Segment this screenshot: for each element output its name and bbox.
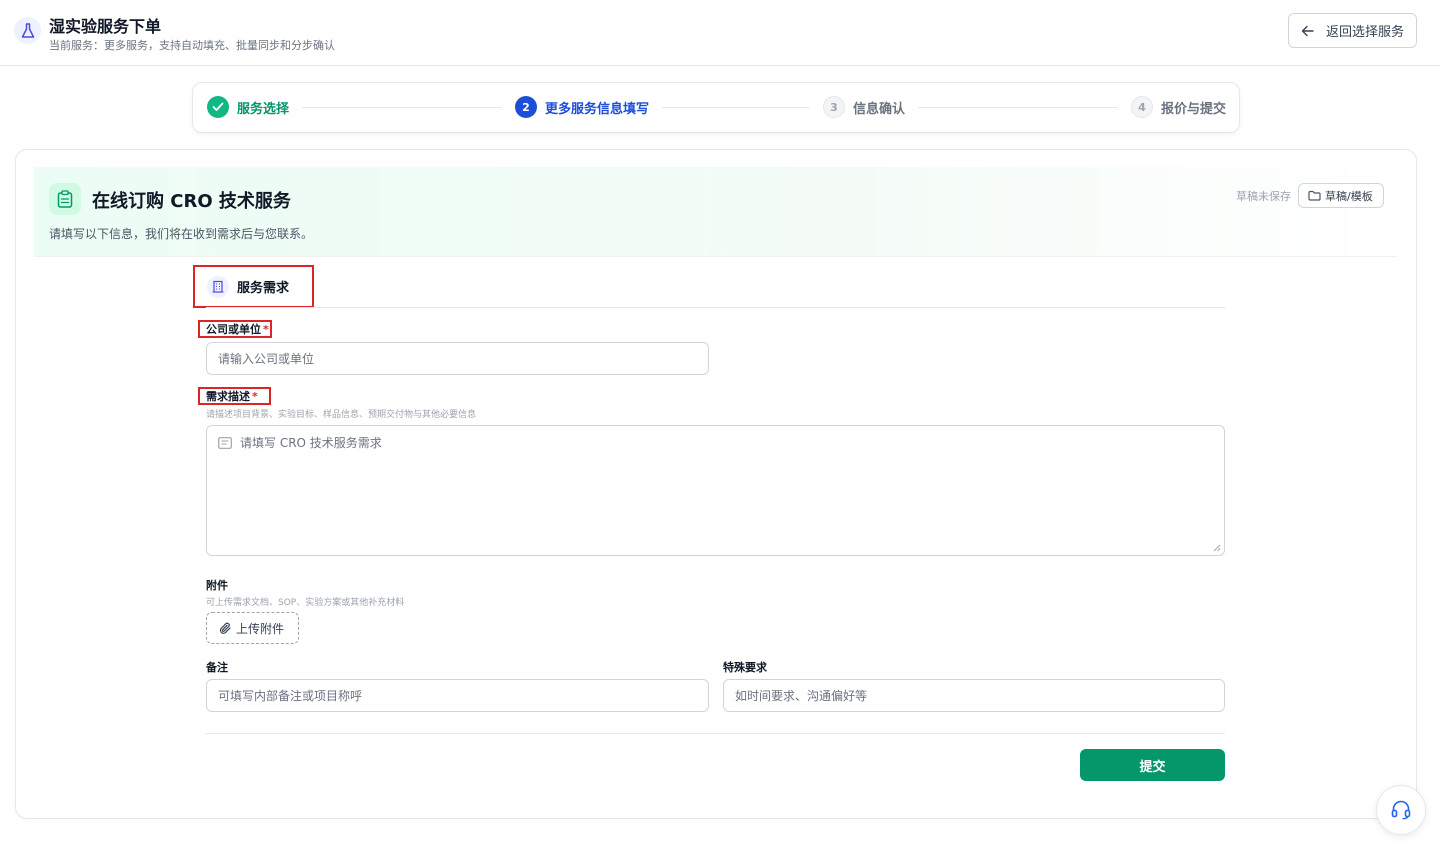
company-input[interactable] <box>206 342 709 375</box>
step-connector <box>302 107 502 108</box>
attachment-hint: 可上传需求文档、SOP、实验方案或其他补充材料 <box>206 598 405 608</box>
upload-button-label: 上传附件 <box>236 621 285 636</box>
upload-attachment-button[interactable]: 上传附件 <box>206 612 299 644</box>
folder-icon <box>1308 190 1321 201</box>
step-number: 2 <box>515 96 537 118</box>
message-icon <box>218 437 232 449</box>
form-subtitle: 请填写以下信息，我们将在收到需求后与您联系。 <box>49 227 314 241</box>
back-to-services-button[interactable]: 返回选择服务 <box>1288 13 1417 48</box>
page-subtitle: 当前服务：更多服务，支持自动填充、批量同步和分步确认 <box>49 39 335 52</box>
attachment-label: 附件 <box>206 579 228 592</box>
requirement-label: 需求描述 * <box>198 387 271 405</box>
step-number: 3 <box>823 96 845 118</box>
step-label: 信息确认 <box>853 101 906 117</box>
progress-stepper: 服务选择 2 更多服务信息填写 3 信息确认 4 报价与提交 <box>192 82 1240 133</box>
submit-button[interactable]: 提交 <box>1080 749 1225 781</box>
draft-status: 草稿未保存 <box>1236 190 1291 203</box>
section-divider <box>206 307 1225 308</box>
customer-support-button[interactable] <box>1376 785 1426 835</box>
special-requirement-label: 特殊要求 <box>723 661 767 674</box>
headset-icon <box>1391 800 1411 820</box>
required-mark: * <box>252 389 258 403</box>
top-header: 湿实验服务下单 当前服务：更多服务，支持自动填充、批量同步和分步确认 返回选择服… <box>0 0 1440 66</box>
special-requirement-input[interactable] <box>723 679 1225 712</box>
section-title: 服务需求 <box>237 281 290 296</box>
back-button-label: 返回选择服务 <box>1326 25 1405 40</box>
form-title: 在线订购 CRO 技术服务 <box>92 191 291 212</box>
requirement-textarea[interactable] <box>240 434 1215 549</box>
building-icon <box>207 275 229 298</box>
flask-icon <box>14 17 41 44</box>
step-service-selection[interactable]: 服务选择 <box>207 96 289 118</box>
remark-label: 备注 <box>206 661 228 674</box>
requirement-label-text: 需求描述 <box>206 390 250 403</box>
form-footer-divider <box>206 733 1225 734</box>
requirement-hint: 请描述项目背景、实验目标、样品信息、预期交付物与其他必要信息 <box>206 410 477 420</box>
company-label-text: 公司或单位 <box>206 323 261 336</box>
required-mark: * <box>263 322 269 336</box>
step-more-service-info[interactable]: 2 更多服务信息填写 <box>515 96 649 118</box>
step-connector <box>918 107 1118 108</box>
step-number: 4 <box>1131 96 1153 118</box>
resize-handle-icon[interactable] <box>1213 544 1221 552</box>
form-hero: 在线订购 CRO 技术服务 请填写以下信息，我们将在收到需求后与您联系。 草稿未… <box>34 167 1397 257</box>
page-title: 湿实验服务下单 <box>49 17 162 36</box>
arrow-left-icon <box>1301 25 1314 36</box>
draft-button-label: 草稿/模板 <box>1325 189 1373 203</box>
paperclip-icon <box>219 622 231 634</box>
step-label: 服务选择 <box>237 101 290 117</box>
step-label: 报价与提交 <box>1161 101 1227 117</box>
requirement-textarea-wrapper <box>206 425 1225 556</box>
remark-input[interactable] <box>206 679 709 712</box>
clipboard-icon <box>49 183 81 215</box>
draft-template-button[interactable]: 草稿/模板 <box>1298 183 1384 208</box>
check-icon <box>207 96 229 118</box>
step-quote-submit[interactable]: 4 报价与提交 <box>1131 96 1226 118</box>
company-label: 公司或单位 * <box>198 320 272 338</box>
service-requirement-section-header: 服务需求 <box>193 265 314 308</box>
step-label: 更多服务信息填写 <box>545 101 650 117</box>
step-connector <box>662 107 809 108</box>
step-info-confirm[interactable]: 3 信息确认 <box>823 96 905 118</box>
